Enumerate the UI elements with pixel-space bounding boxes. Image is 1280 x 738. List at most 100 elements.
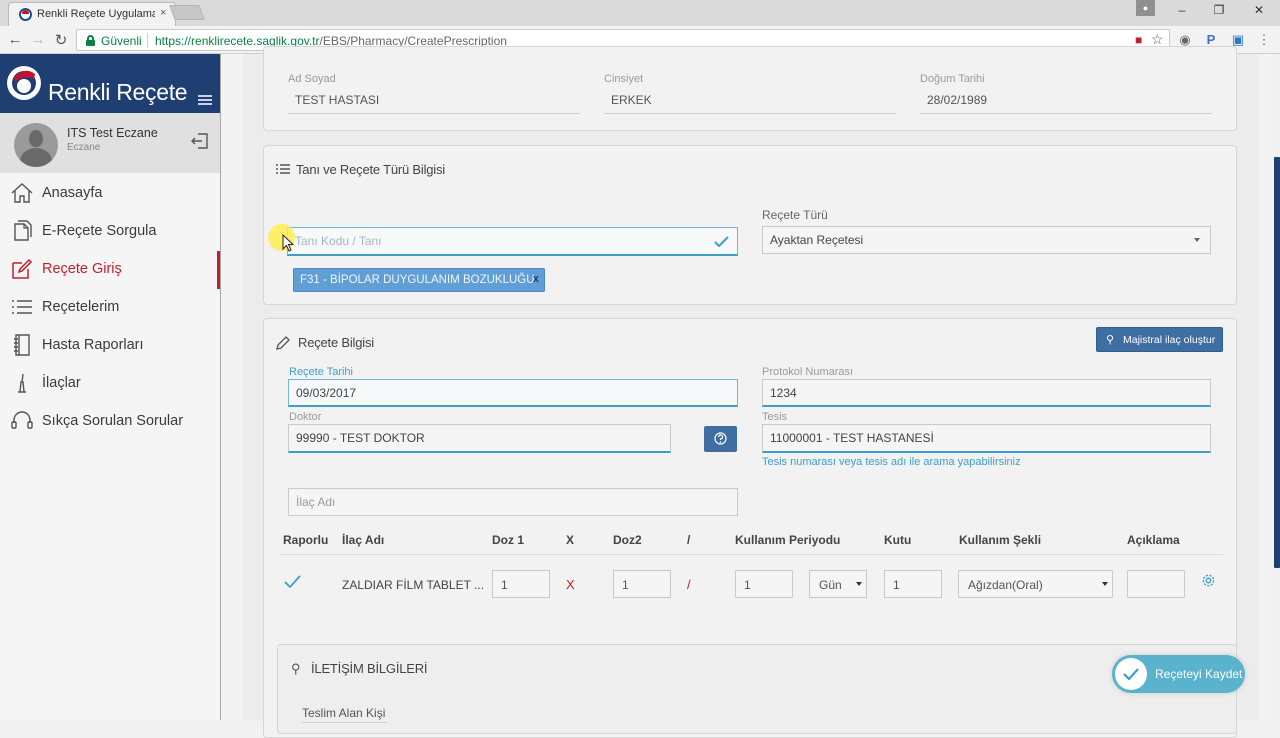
sidebar-item-anasayfa[interactable]: Anasayfa: [0, 175, 220, 213]
th-box: Kutu: [884, 533, 912, 547]
pestle-icon: ⚲: [1106, 334, 1115, 346]
protocol-input[interactable]: 1234: [762, 379, 1211, 407]
sidebar-item-label: İlaçlar: [42, 375, 81, 391]
majistral-button[interactable]: ⚲ Majistral ilaç oluştur: [1096, 327, 1223, 352]
user-role: Eczane: [67, 142, 101, 153]
patient-name-label: Ad Soyad: [288, 73, 336, 85]
sidebar-item-ilaclar[interactable]: İlaçlar: [0, 365, 220, 403]
th-dose2: Doz2: [613, 533, 642, 547]
renkli-recete-logo-icon: [7, 66, 41, 100]
sidebar-item-recete-giris[interactable]: Reçete Giriş: [0, 251, 220, 289]
diagnosis-tag: F31 - BİPOLAR DUYGULANIM BOZUKLUĞU x: [293, 268, 545, 292]
blocked-popup-icon[interactable]: ■: [1135, 33, 1142, 47]
reload-icon[interactable]: ↻: [52, 31, 70, 49]
dose1-input[interactable]: 1: [492, 570, 550, 598]
page-scrollbar-thumb[interactable]: [1274, 157, 1280, 568]
receiver-label: Teslim Alan Kişi: [302, 706, 386, 720]
browser-menu-icon[interactable]: ⋮: [1256, 32, 1272, 48]
gear-icon[interactable]: [1201, 573, 1216, 588]
sidebar-item-label: E-Reçete Sorgula: [42, 223, 157, 239]
check-icon: [714, 236, 729, 247]
brand-name: Renkli Reçete: [48, 79, 188, 105]
row-drug-name: ZALDIAR FİLM TABLET ...: [342, 578, 485, 592]
box-input[interactable]: 1: [884, 570, 942, 598]
patient-gender-label: Cinsiyet: [604, 73, 644, 85]
save-prescription-button[interactable]: Reçeteyi Kaydet: [1112, 655, 1245, 693]
sidebar-item-sss[interactable]: Sıkça Sorulan Sorular: [0, 403, 220, 441]
sidebar-item-label: Reçete Giriş: [42, 261, 122, 277]
back-icon[interactable]: ←: [6, 31, 24, 48]
th-usage: Kullanım Şekli: [959, 533, 1042, 547]
facility-input[interactable]: 11000001 - TEST HASTANESİ: [762, 424, 1211, 453]
th-dose1: Doz 1: [492, 533, 525, 547]
brand-header: Renkli Reçete: [0, 54, 220, 113]
contact-section-title: İLETİŞİM BİLGİLERİ: [311, 661, 428, 676]
notebook-icon: [14, 334, 30, 356]
browser-tab[interactable]: Renkli Reçete Uygulaması ×: [8, 2, 176, 26]
note-input[interactable]: [1127, 570, 1185, 598]
edit-icon: [12, 258, 33, 279]
doctor-label: Doktor: [289, 411, 322, 423]
tab-title: Renkli Reçete Uygulaması: [37, 8, 155, 20]
sidebar-item-hasta-raporlari[interactable]: Hasta Raporları: [0, 327, 220, 365]
question-icon: [714, 432, 727, 445]
sidebar-item-recetelerim[interactable]: Reçetelerim: [0, 289, 220, 327]
avatar: [14, 123, 58, 167]
home-icon: [11, 183, 33, 203]
restore-icon[interactable]: ❐: [1209, 3, 1229, 17]
user-panel: ITS Test Eczane Eczane: [0, 113, 220, 173]
diagnosis-code-input[interactable]: Tanı Kodu / Tanı: [287, 227, 738, 256]
main-content: Ad Soyad TEST HASTASI Cinsiyet ERKEK Doğ…: [221, 46, 1280, 738]
period-input[interactable]: 1: [735, 570, 793, 598]
contact-card: [277, 644, 1237, 734]
sidebar-item-erecete-sorgula[interactable]: E-Reçete Sorgula: [0, 213, 220, 251]
sidebar: Renkli Reçete ITS Test Eczane Eczane Ana…: [0, 54, 221, 720]
favicon-icon: [19, 8, 32, 21]
doctor-input[interactable]: 99990 - TEST DOKTOR: [288, 424, 671, 453]
list-icon: [276, 164, 290, 174]
multiply-sign: X: [566, 577, 575, 592]
tab-close-icon[interactable]: ×: [160, 7, 166, 19]
secure-label: Güvenli: [101, 34, 142, 48]
lock-icon: [86, 35, 95, 46]
profile-icon[interactable]: ●: [1136, 0, 1155, 16]
th-note: Açıklama: [1127, 533, 1180, 547]
protocol-label: Protokol Numarası: [762, 366, 854, 378]
th-drug-name: İlaç Adı: [342, 533, 385, 547]
dose2-input[interactable]: 1: [613, 570, 671, 598]
th-reported: Raporlu: [283, 533, 329, 547]
sidebar-item-label: Anasayfa: [42, 185, 103, 201]
forward-icon[interactable]: →: [29, 31, 47, 48]
sidebar-item-label: Reçetelerim: [42, 299, 120, 315]
diagnosis-section-title: Tanı ve Reçete Türü Bilgisi: [296, 162, 445, 177]
tag-remove-icon[interactable]: x: [533, 273, 539, 285]
doctor-help-button[interactable]: [704, 426, 737, 452]
chevron-down-icon: [1194, 238, 1200, 242]
browser-tabbar: Renkli Reçete Uygulaması × ● – ❐ ✕: [0, 0, 1280, 26]
list-icon: [12, 300, 32, 314]
prescription-date-input[interactable]: 09/03/2017: [288, 379, 738, 407]
patient-info-card: Ad Soyad TEST HASTASI Cinsiyet ERKEK Doğ…: [263, 46, 1237, 131]
logout-icon[interactable]: [190, 131, 210, 151]
hamburger-menu-icon[interactable]: [198, 95, 212, 105]
patient-gender-value: ERKEK: [611, 93, 652, 107]
patient-dob-value: 28/02/1989: [927, 93, 988, 107]
th-period: Kullanım Periyodu: [735, 533, 841, 547]
extension-p-icon[interactable]: P: [1203, 32, 1219, 47]
drug-name-input[interactable]: İlaç Adı: [288, 488, 738, 516]
prescription-section-title: Reçete Bilgisi: [298, 335, 374, 350]
check-icon: [1123, 668, 1139, 680]
patient-dob-label: Doğum Tarihi: [920, 73, 985, 85]
sidebar-item-label: Hasta Raporları: [42, 337, 144, 353]
prescription-type-select[interactable]: Ayaktan Reçetesi: [762, 226, 1211, 254]
new-tab-button[interactable]: [169, 5, 205, 20]
close-window-icon[interactable]: ✕: [1249, 3, 1269, 17]
facility-hint: Tesis numarası veya tesis adı ile arama …: [762, 456, 1021, 468]
usage-select[interactable]: Ağızdan(Oral): [958, 570, 1113, 598]
reported-check-icon: [284, 575, 301, 588]
sidebar-item-label: Sıkça Sorulan Sorular: [42, 413, 184, 429]
prescription-type-label: Reçete Türü: [762, 208, 828, 222]
mouse-pointer-icon: [282, 234, 294, 252]
minimize-icon[interactable]: –: [1172, 3, 1192, 17]
chevron-down-icon: [856, 582, 862, 586]
